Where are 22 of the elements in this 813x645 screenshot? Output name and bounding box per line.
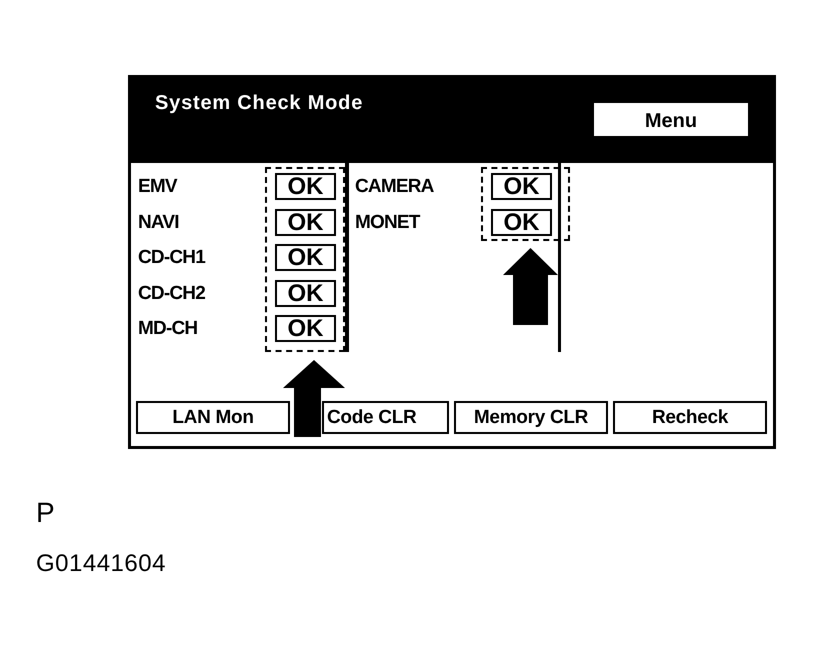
menu-button[interactable]: Menu [594,103,748,136]
function-button[interactable]: Memory CLR [454,401,608,434]
result-box: OK [491,173,552,200]
module-label: CAMERA [355,175,435,199]
function-button[interactable]: Code CLR [322,401,449,434]
module-label: EMV [138,175,178,199]
module-label: MONET [355,210,422,234]
module-label: CD-CH1 [138,246,206,270]
module-label: NAVI [138,210,180,234]
module-label: MD-CH [138,317,198,341]
result-box: OK [275,244,336,271]
function-button[interactable]: LAN Mon [136,401,290,434]
result-box: OK [491,208,552,236]
function-button[interactable]: Recheck [613,401,767,434]
screen-title: System Check Mode [154,91,364,115]
result-box: OK [275,208,336,236]
result-box: OK [275,315,336,342]
result-box: OK [275,173,336,200]
figure-code: G01441604 [36,552,166,576]
figure-mark: P [36,499,55,527]
result-box: OK [275,280,336,306]
module-label: CD-CH2 [138,282,206,306]
